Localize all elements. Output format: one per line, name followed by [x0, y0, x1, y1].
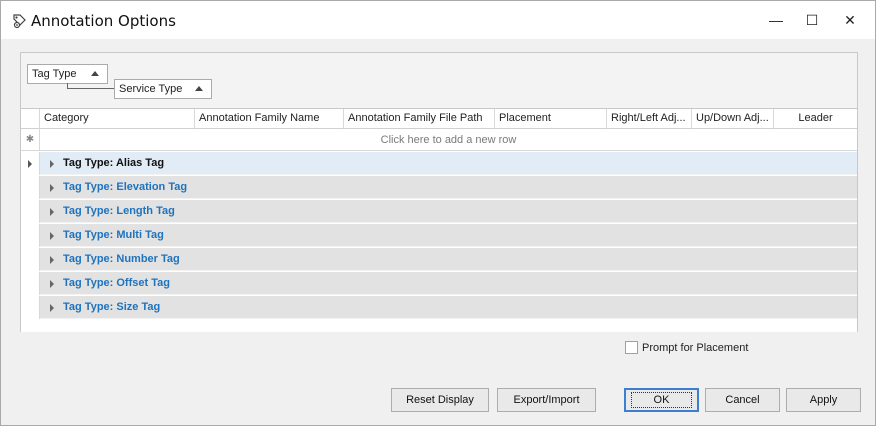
apply-button[interactable]: Apply [786, 388, 861, 412]
new-row[interactable]: ✱ Click here to add a new row [21, 129, 857, 151]
group-row[interactable]: Tag Type: Elevation Tag [40, 176, 857, 199]
title-bar: Annotation Options — ☐ ✕ [1, 1, 875, 39]
sort-ascending-icon [91, 71, 99, 76]
row-indicator [21, 296, 40, 319]
group-row[interactable]: Tag Type: Number Tag [40, 248, 857, 271]
group-row-label: Tag Type: Length Tag [63, 205, 175, 217]
group-row[interactable]: Tag Type: Multi Tag [40, 224, 857, 247]
grid-header: Category Annotation Family Name Annotati… [21, 109, 857, 129]
annotation-grid-panel: Tag Type Service Type Category Annotatio… [20, 52, 858, 332]
group-by-label: Tag Type [32, 68, 77, 80]
prompt-for-placement-label: Prompt for Placement [642, 341, 749, 354]
row-indicator [21, 200, 40, 223]
group-by-service-type[interactable]: Service Type [114, 79, 212, 99]
group-row[interactable]: Tag Type: Offset Tag [40, 272, 857, 295]
close-button[interactable]: ✕ [827, 1, 873, 39]
reset-display-button[interactable]: Reset Display [391, 388, 489, 412]
group-row-label: Tag Type: Size Tag [63, 301, 161, 313]
group-by-label: Service Type [119, 83, 183, 95]
column-header-up-down-adj[interactable]: Up/Down Adj... [692, 109, 774, 129]
cancel-label: Cancel [725, 394, 760, 406]
reset-display-label: Reset Display [406, 394, 474, 406]
row-indicator [21, 248, 40, 271]
group-by-tag-type[interactable]: Tag Type [27, 64, 108, 84]
expand-arrow-icon[interactable] [50, 184, 54, 192]
group-row-label: Tag Type: Multi Tag [63, 229, 164, 241]
column-header-family-file-path[interactable]: Annotation Family File Path [344, 109, 495, 129]
header-indicator-cell [21, 109, 40, 129]
column-header-placement[interactable]: Placement [495, 109, 607, 129]
expand-arrow-icon[interactable] [50, 256, 54, 264]
expand-arrow-icon[interactable] [50, 304, 54, 312]
row-indicator [21, 224, 40, 247]
row-indicator [21, 176, 40, 199]
group-row[interactable]: Tag Type: Alias Tag [40, 152, 857, 175]
export-import-button[interactable]: Export/Import [497, 388, 596, 412]
cancel-button[interactable]: Cancel [705, 388, 780, 412]
group-row-label: Tag Type: Offset Tag [63, 277, 170, 289]
expand-arrow-icon[interactable] [50, 232, 54, 240]
ok-label: OK [630, 392, 693, 408]
expand-arrow-icon[interactable] [50, 280, 54, 288]
annotation-options-window: Annotation Options — ☐ ✕ Tag Type Servic… [0, 0, 876, 426]
window-title: Annotation Options [31, 12, 176, 30]
sort-ascending-icon [195, 86, 203, 91]
current-row-arrow-icon [28, 160, 32, 168]
column-header-leader[interactable]: Leader [774, 109, 857, 129]
group-row-label: Tag Type: Number Tag [63, 253, 180, 265]
apply-label: Apply [809, 394, 838, 406]
row-indicator [21, 272, 40, 295]
prompt-for-placement-checkbox[interactable] [625, 341, 638, 354]
expand-arrow-icon[interactable] [50, 208, 54, 216]
row-indicator [21, 152, 40, 175]
ok-button[interactable]: OK [624, 388, 699, 412]
group-row[interactable]: Tag Type: Length Tag [40, 200, 857, 223]
prompt-for-placement-option[interactable]: Prompt for Placement [625, 341, 748, 354]
group-row[interactable]: Tag Type: Size Tag [40, 296, 857, 319]
column-header-right-left-adj[interactable]: Right/Left Adj... [607, 109, 692, 129]
group-row-label: Tag Type: Alias Tag [63, 157, 165, 169]
new-row-asterisk-icon: ✱ [21, 129, 40, 151]
expand-arrow-icon[interactable] [50, 160, 54, 168]
app-tag-icon [11, 13, 27, 29]
column-header-category[interactable]: Category [40, 109, 195, 129]
group-connector [67, 83, 114, 89]
annotation-grid: Category Annotation Family Name Annotati… [21, 108, 857, 332]
new-row-prompt[interactable]: Click here to add a new row [40, 129, 857, 151]
group-row-label: Tag Type: Elevation Tag [63, 181, 188, 193]
column-header-family-name[interactable]: Annotation Family Name [195, 109, 344, 129]
export-import-label: Export/Import [513, 394, 580, 406]
